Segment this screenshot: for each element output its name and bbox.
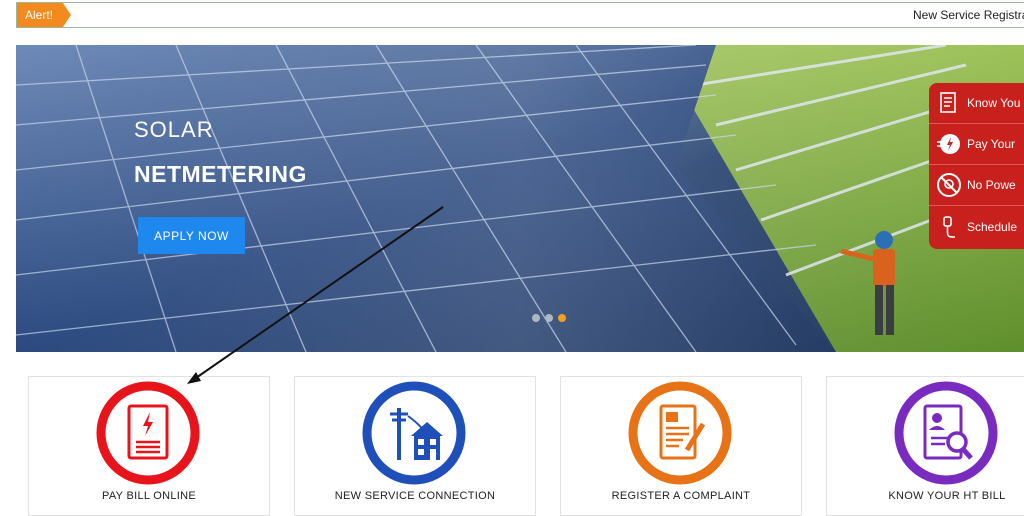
receipt-icon [940,92,956,113]
service-card-register-complaint[interactable]: REGISTER A COMPLAINT [560,376,802,516]
document-search-icon [894,381,998,485]
power-plug-icon [937,134,960,154]
side-item-label: No Powe [967,178,1016,192]
hero-title-line1: SOLAR [134,117,214,142]
carousel-dot[interactable] [532,314,540,322]
side-item-pay-your-bill[interactable]: Pay Your [929,124,1024,165]
hero-title-line2: NETMETERING [134,161,307,187]
apply-now-button[interactable]: APPLY NOW [138,217,245,254]
side-item-schedule[interactable]: Schedule [929,206,1024,247]
side-item-label: Know You [967,96,1021,110]
side-item-label: Pay Your [967,137,1016,151]
side-quick-links: Know You Pay Your No Powe Schedule [929,83,1024,249]
service-card-pay-bill[interactable]: PAY BILL ONLINE [28,376,270,516]
no-power-icon [937,173,961,197]
service-card-new-connection[interactable]: NEW SERVICE CONNECTION [294,376,536,516]
carousel-dot-active[interactable] [558,314,566,322]
schedule-plug-icon [943,215,955,238]
alert-tag: Alert! [17,3,71,27]
hero-banner: SOLAR NETMETERING APPLY NOW [16,45,1024,352]
service-card-label: PAY BILL ONLINE [102,490,196,502]
solar-panels-image [16,45,1024,352]
service-card-know-ht-bill[interactable]: KNOW YOUR HT BILL [826,376,1024,516]
bill-icon [96,381,200,485]
service-card-label: NEW SERVICE CONNECTION [334,490,496,502]
side-item-no-power[interactable]: No Powe [929,165,1024,206]
complaint-form-icon [628,381,732,485]
carousel-dot[interactable] [545,314,553,322]
alert-ticker-text[interactable]: New Service Registra [913,3,1024,27]
alert-bar: Alert! New Service Registra [16,2,1024,28]
side-item-know-your-bill[interactable]: Know You [929,83,1024,124]
house-pole-icon [362,381,466,485]
service-card-label: KNOW YOUR HT BILL [888,490,1006,502]
service-card-label: REGISTER A COMPLAINT [611,490,751,502]
side-item-label: Schedule [967,219,1018,234]
carousel-indicators [532,314,566,322]
